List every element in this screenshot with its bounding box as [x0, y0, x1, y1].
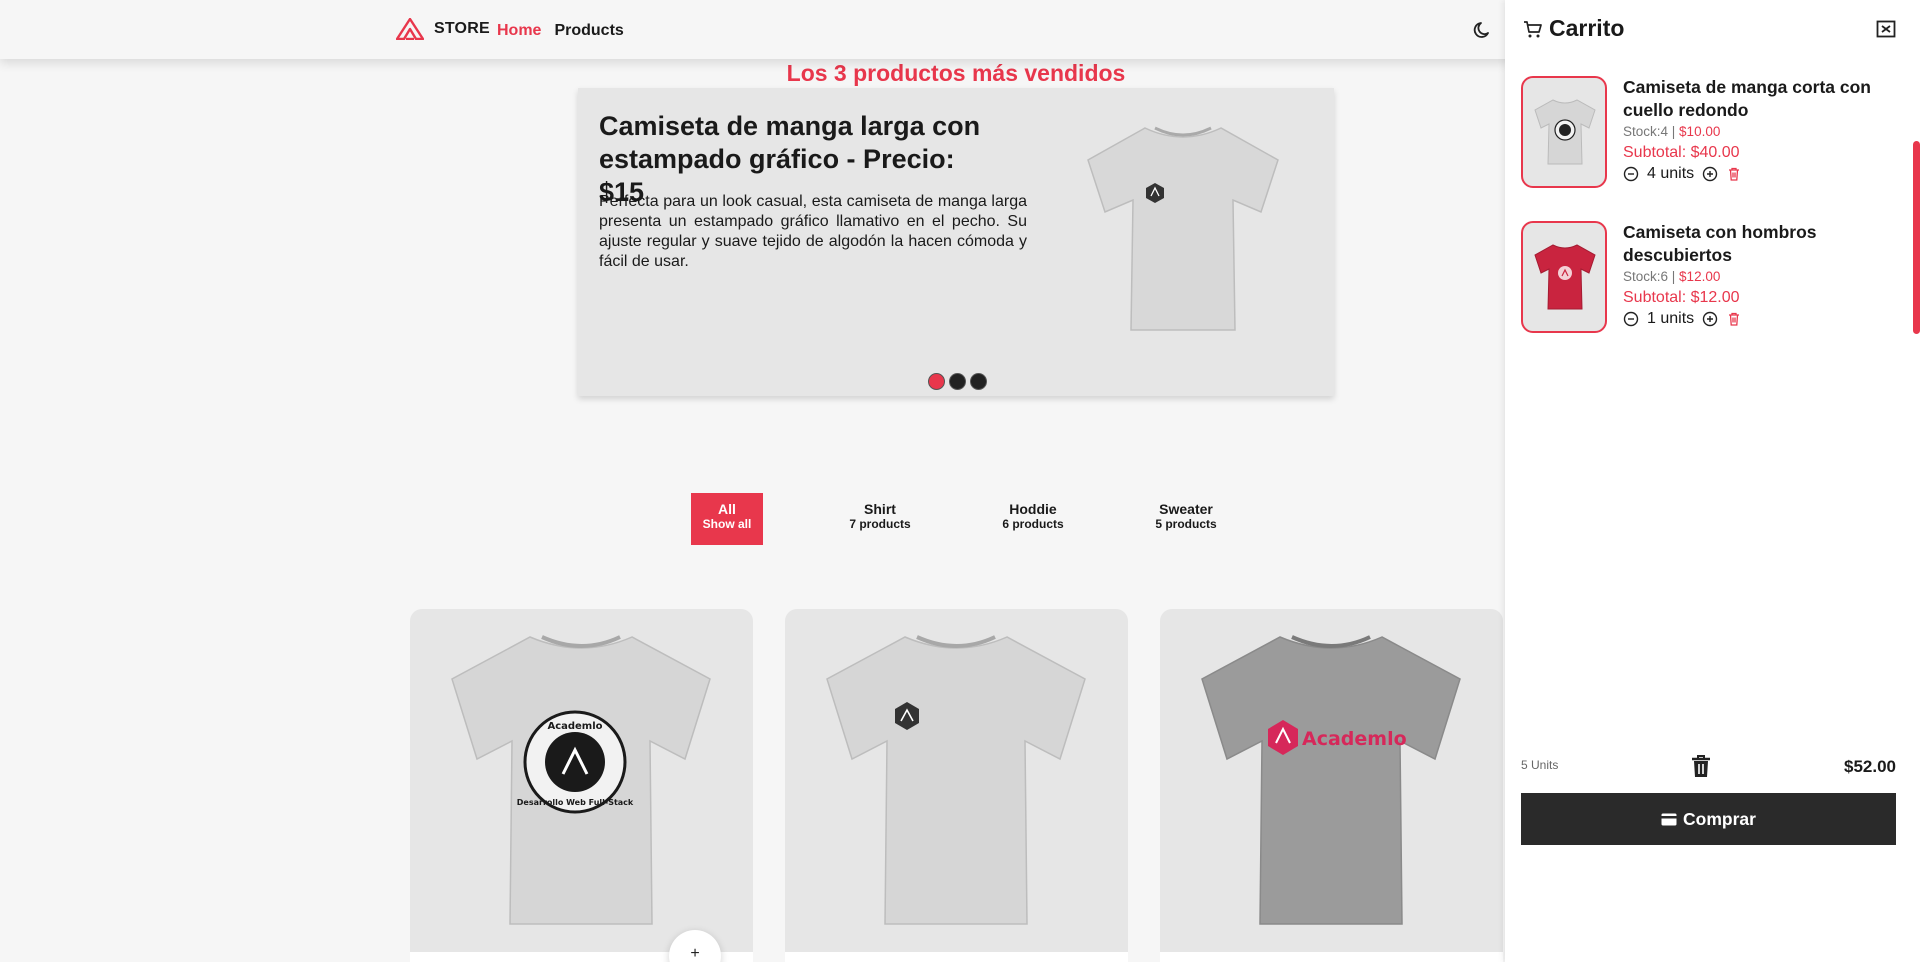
moon-icon[interactable] [1473, 20, 1493, 40]
main-nav: Home Products [497, 22, 624, 40]
filter-sub: 7 products [849, 517, 911, 531]
clear-cart-trash-icon[interactable] [1689, 753, 1713, 779]
product-image: Academlo [1201, 635, 1461, 925]
nav-home[interactable]: Home [497, 22, 541, 40]
cart-item-thumbnail [1521, 221, 1607, 333]
carousel-dot-2[interactable] [949, 373, 966, 390]
category-filters: All Show all Shirt 7 products Hoddie 6 p… [691, 493, 1303, 545]
cart-item: Camiseta de manga corta con cuello redon… [1521, 76, 1901, 190]
product-card[interactable]: Academlo Desarrollo Web Full-Stack [410, 609, 753, 962]
filter-sub: 5 products [1155, 517, 1217, 531]
cart-item-price: $10.00 [1679, 124, 1721, 139]
filter-sub: Show all [702, 517, 752, 531]
print-text: Academlo [1302, 728, 1407, 750]
quantity-stepper: 1 units [1623, 310, 1742, 328]
product-card[interactable] [785, 609, 1128, 962]
cart-scrollbar[interactable] [1913, 141, 1920, 334]
hero-carousel: Camiseta de manga larga con estampado gr… [578, 88, 1334, 396]
hero-description: Perfecta para un look casual, esta camis… [599, 193, 1027, 270]
cart-total-price: $52.00 [1844, 757, 1896, 776]
filter-label: Shirt [864, 501, 896, 517]
plus-circle-icon[interactable] [1702, 166, 1718, 182]
filter-sub: 6 products [1002, 517, 1064, 531]
quantity-stepper: 4 units [1623, 165, 1742, 183]
buy-button[interactable]: Comprar [1521, 793, 1896, 845]
trash-icon[interactable] [1726, 166, 1742, 182]
cart-item-thumbnail [1521, 76, 1607, 188]
cart-title: Carrito [1549, 15, 1625, 41]
brand-link[interactable]: STORE [396, 18, 490, 40]
cart-item-units: 1 units [1647, 310, 1695, 327]
print-bottom-text: Desarrollo Web Full-Stack [517, 798, 634, 807]
nav-products[interactable]: Products [554, 22, 623, 40]
cart-total-units: 5 Units [1521, 758, 1559, 772]
carousel-dot-1[interactable] [928, 373, 945, 390]
credit-card-icon [1661, 813, 1677, 825]
buy-button-label: Comprar [1683, 808, 1756, 829]
cart-header: Carrito [1523, 15, 1624, 42]
filter-all[interactable]: All Show all [691, 493, 763, 545]
cart-item-stock: Stock:6 [1623, 269, 1669, 284]
academlo-logo-icon [396, 18, 424, 40]
cart-item-stock-line: Stock:4 | $10.00 [1623, 124, 1721, 139]
cart-item-image [1534, 99, 1596, 165]
product-card[interactable]: Academlo [1160, 609, 1503, 962]
cart-item-price: $12.00 [1679, 269, 1721, 284]
product-image: Academlo Desarrollo Web Full-Stack [451, 635, 711, 925]
cart-item-subtotal: Subtotal: $12.00 [1623, 289, 1740, 306]
cart-item-stock: Stock:4 [1623, 124, 1669, 139]
hero-heading: Los 3 productos más vendidos [786, 60, 1126, 86]
print-top-text: Academlo [547, 721, 602, 732]
filter-label: All [718, 501, 736, 517]
filter-hoddie[interactable]: Hoddie 6 products [997, 493, 1069, 545]
minus-circle-icon[interactable] [1623, 311, 1639, 327]
filter-shirt[interactable]: Shirt 7 products [844, 493, 916, 545]
cart-item-subtotal: Subtotal: $40.00 [1623, 144, 1740, 161]
filter-label: Hoddie [1009, 501, 1057, 517]
product-image [826, 635, 1086, 925]
cart-item-units: 4 units [1647, 165, 1695, 182]
card-footer [1160, 952, 1503, 962]
cart-icon [1524, 20, 1542, 37]
cart-item: Camiseta con hombros descubiertos Stock:… [1521, 221, 1901, 335]
carousel-dots [928, 373, 987, 390]
carousel-dot-3[interactable] [970, 373, 987, 390]
hero-tshirt-image [1087, 126, 1279, 331]
cart-item-name: Camiseta con hombros descubiertos [1623, 222, 1817, 265]
cart-item-stock-line: Stock:6 | $12.00 [1623, 269, 1721, 284]
cart-item-name: Camiseta de manga corta con cuello redon… [1623, 77, 1871, 120]
card-footer [785, 952, 1128, 962]
close-icon[interactable] [1876, 19, 1896, 39]
filter-label: Sweater [1159, 501, 1213, 517]
brand-name: STORE [434, 20, 490, 37]
minus-circle-icon[interactable] [1623, 166, 1639, 182]
trash-icon[interactable] [1726, 311, 1742, 327]
filter-sweater[interactable]: Sweater 5 products [1150, 493, 1222, 545]
cart-item-image [1534, 244, 1596, 310]
plus-circle-icon[interactable] [1702, 311, 1718, 327]
cart-panel: Carrito Camiseta de manga corta con cuel… [1505, 0, 1920, 962]
